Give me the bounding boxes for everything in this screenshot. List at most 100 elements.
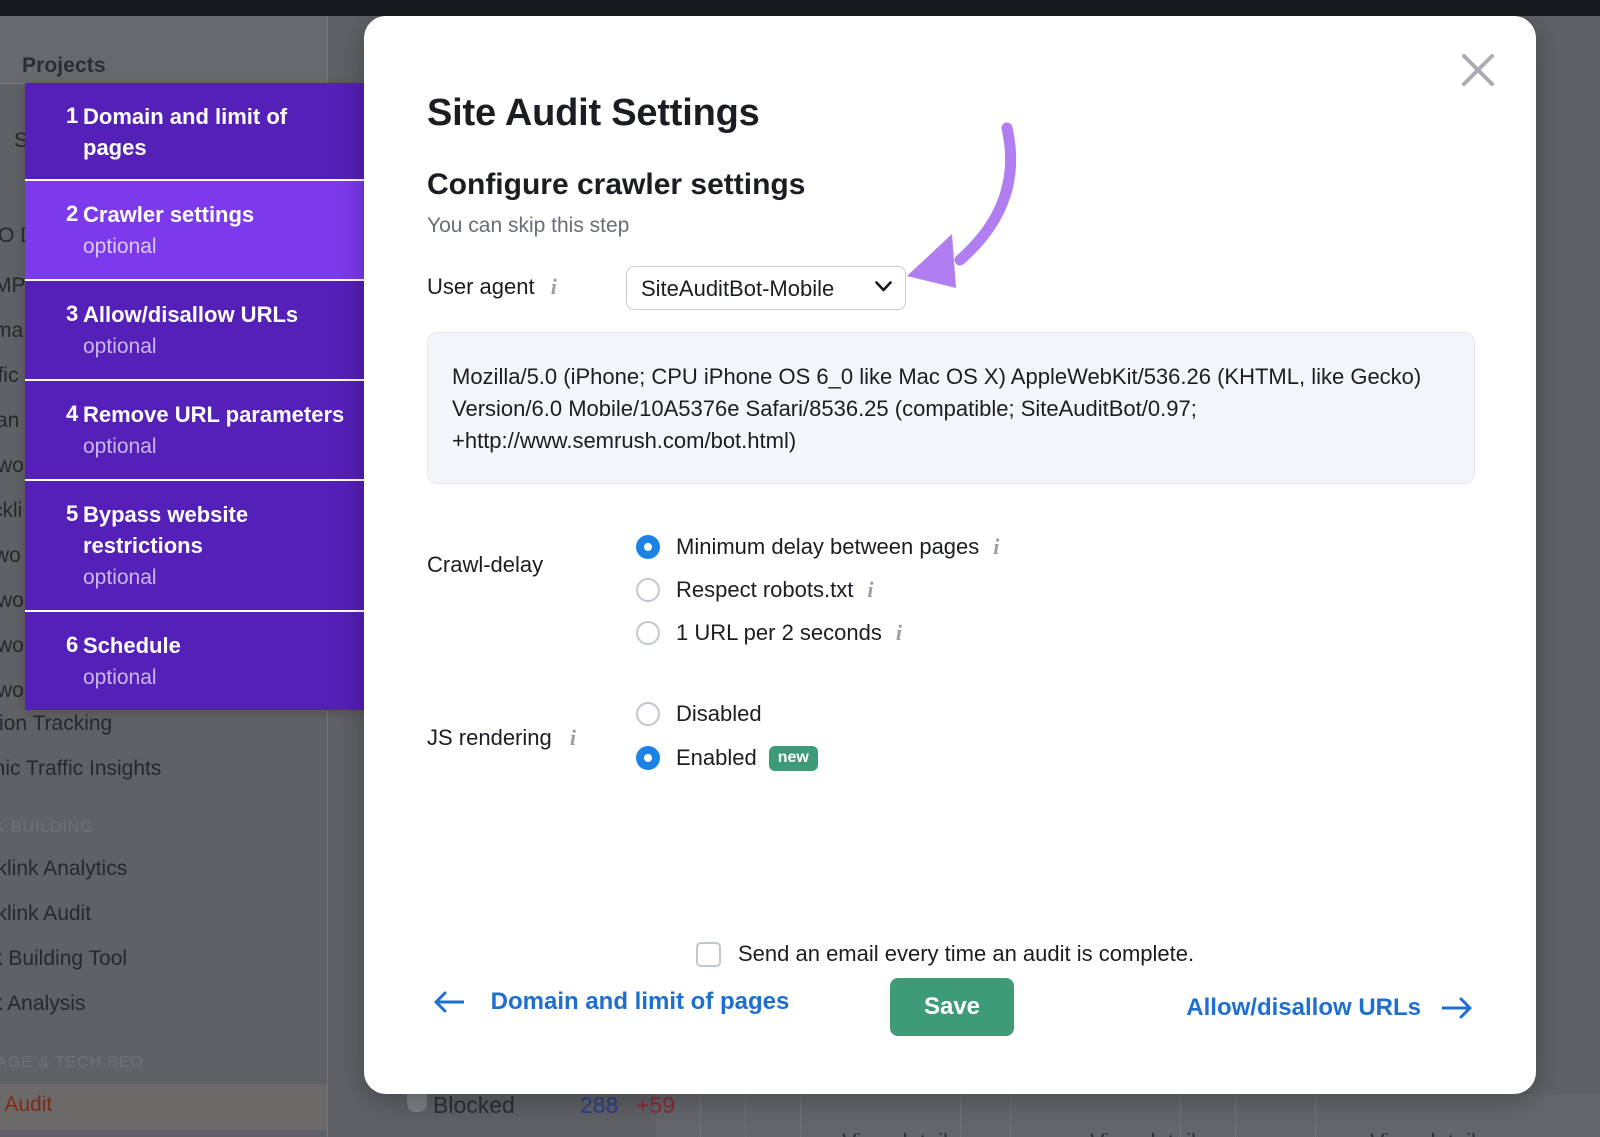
background-nav-item[interactable]: k Analysis (0, 992, 85, 1016)
blocked-value: 288 (580, 1092, 618, 1119)
radio-button[interactable] (636, 621, 660, 645)
radio-button[interactable] (636, 535, 660, 559)
user-agent-select[interactable]: SiteAuditBot-Mobile (626, 266, 906, 310)
background-nav-item[interactable]: sition Tracking (0, 712, 112, 736)
background-nav-item[interactable]: rwo (0, 454, 24, 478)
table-column-separator (745, 1094, 746, 1137)
radio-button[interactable] (636, 578, 660, 602)
background-nav-section: PAGE & TECH SEO (0, 1054, 144, 1072)
wizard-step-title: Bypass website restrictions (83, 499, 351, 561)
wizard-step-optional: optional (83, 661, 351, 694)
info-icon[interactable]: i (570, 725, 576, 751)
wizard-step-title: Domain and limit of pages (83, 101, 351, 163)
wizard-step-number: 4 (39, 399, 83, 463)
user-agent-select-value: SiteAuditBot-Mobile (641, 276, 834, 302)
js-rendering-label: JS rendering i (427, 725, 576, 751)
table-column-separator (800, 1094, 801, 1137)
info-icon[interactable]: i (993, 534, 999, 560)
background-nav-item[interactable]: ckli (0, 499, 22, 523)
radio-label: Minimum delay between pages (676, 534, 979, 560)
wizard-step-body: Scheduleoptional (83, 630, 351, 694)
user-agent-string-box: Mozilla/5.0 (iPhone; CPU iPhone OS 6_0 l… (427, 332, 1475, 484)
background-nav-section: K BUILDING (0, 819, 94, 837)
wizard-step-4[interactable]: 4Remove URL parametersoptional (25, 381, 365, 481)
wizard-step-body: Bypass website restrictionsoptional (83, 499, 351, 594)
wizard-step-optional: optional (83, 561, 351, 594)
background-nav-item[interactable]: rwo (0, 634, 24, 658)
projects-title: Projects (22, 54, 106, 78)
background-nav-item[interactable]: rwo (0, 589, 24, 613)
view-details-link[interactable]: View details (1090, 1129, 1207, 1137)
background-nav-item[interactable]: wo (0, 544, 21, 568)
background-nav-item[interactable]: ffic (0, 364, 18, 388)
view-details-link[interactable]: View details (842, 1129, 959, 1137)
radio-option-js_rendering-0[interactable]: Disabled (636, 701, 762, 727)
background-nav-item-site-audit[interactable]: e Audit (0, 1093, 52, 1117)
next-step-link[interactable]: Allow/disallow URLs (1186, 994, 1473, 1022)
chevron-down-icon (875, 281, 892, 292)
user-agent-string: Mozilla/5.0 (iPhone; CPU iPhone OS 6_0 l… (452, 361, 1450, 457)
info-icon[interactable]: i (896, 620, 902, 646)
arrow-right-icon (1439, 997, 1473, 1019)
background-nav-item[interactable]: cklink Analytics (0, 857, 127, 881)
user-agent-label: User agent i (427, 274, 557, 300)
site-audit-settings-modal: Site Audit Settings Configure crawler se… (364, 16, 1536, 1094)
wizard-step-optional: optional (83, 230, 351, 263)
wizard-step-body: Crawler settingsoptional (83, 199, 351, 263)
close-icon[interactable] (1458, 50, 1498, 90)
table-column-separator (1315, 1094, 1316, 1137)
prev-step-label: Domain and limit of pages (473, 986, 807, 1017)
js-rendering-label-text: JS rendering (427, 725, 552, 750)
background-nav-item[interactable]: cklink Audit (0, 902, 91, 926)
radio-option-js_rendering-1[interactable]: Enabled new (636, 745, 818, 771)
prev-step-link[interactable]: Domain and limit of pages (427, 986, 807, 1017)
view-details-link[interactable]: View details (1370, 1129, 1487, 1137)
background-nav-item[interactable]: an (0, 409, 19, 433)
email-notification-row[interactable]: Send an email every time an audit is com… (696, 941, 1194, 967)
wizard-step-number: 3 (39, 299, 83, 363)
radio-button[interactable] (636, 702, 660, 726)
wizard-step-number: 6 (39, 630, 83, 694)
radio-label: Disabled (676, 701, 762, 727)
radio-option-crawl_delay-0[interactable]: Minimum delay between pages i (636, 534, 999, 560)
wizard-step-number: 5 (39, 499, 83, 594)
wizard-step-1[interactable]: 1Domain and limit of pages (25, 83, 365, 181)
table-column-separator (1010, 1094, 1011, 1137)
wizard-step-body: Allow/disallow URLsoptional (83, 299, 351, 363)
info-icon[interactable]: i (551, 274, 557, 300)
info-icon[interactable]: i (867, 577, 873, 603)
wizard-step-3[interactable]: 3Allow/disallow URLsoptional (25, 281, 365, 381)
page-title: Site Audit Settings (427, 92, 760, 135)
wizard-step-6[interactable]: 6Scheduleoptional (25, 612, 365, 710)
table-column-separator (1180, 1094, 1181, 1137)
radio-button[interactable] (636, 746, 660, 770)
wizard-step-body: Domain and limit of pages (83, 101, 351, 163)
table-column-separator (1235, 1094, 1236, 1137)
screen: F ,00 Projects SO DMPEmafficanrwockliwor… (0, 0, 1600, 1137)
radio-label: Enabled (676, 745, 757, 771)
blocked-delta: +59 (636, 1092, 675, 1119)
radio-option-crawl_delay-2[interactable]: 1 URL per 2 secondsi (636, 620, 902, 646)
next-step-label: Allow/disallow URLs (1186, 994, 1421, 1022)
table-column-separator (960, 1094, 961, 1137)
user-agent-label-text: User agent (427, 274, 535, 299)
background-nav-item[interactable]: ma (0, 319, 23, 343)
table-column-separator (700, 1094, 701, 1137)
background-nav-item[interactable]: anic Traffic Insights (0, 757, 161, 781)
wizard-step-optional: optional (83, 430, 351, 463)
save-button[interactable]: Save (890, 978, 1014, 1036)
wizard-step-title: Remove URL parameters (83, 399, 351, 430)
wizard-step-title: Crawler settings (83, 199, 351, 230)
email-notification-label: Send an email every time an audit is com… (738, 941, 1194, 967)
wizard-step-number: 1 (39, 101, 83, 163)
wizard-step-2[interactable]: 2Crawler settingsoptional (25, 181, 365, 281)
background-nav-item[interactable]: rwo (0, 679, 24, 703)
background-nav-item[interactable]: k Building Tool (0, 947, 127, 971)
wizard-step-5[interactable]: 5Bypass website restrictionsoptional (25, 481, 365, 612)
email-notification-checkbox[interactable] (696, 942, 721, 967)
wizard-steps: 1Domain and limit of pages2Crawler setti… (25, 83, 365, 710)
radio-option-crawl_delay-1[interactable]: Respect robots.txt i (636, 577, 873, 603)
section-heading: Configure crawler settings (427, 168, 805, 202)
radio-label: Respect robots.txt (676, 577, 853, 603)
new-badge: new (769, 746, 818, 771)
